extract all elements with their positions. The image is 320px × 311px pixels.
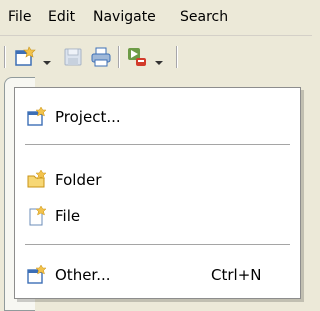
menu-item-shortcut: Ctrl+N — [211, 266, 262, 284]
menu-item-label: Folder — [55, 171, 102, 189]
save-icon — [64, 48, 82, 66]
new-folder-icon — [27, 170, 47, 188]
menu-item-label: Project... — [55, 108, 121, 126]
new-wizard-icon — [15, 46, 36, 66]
menu-separator — [25, 144, 290, 145]
toolbar-separator — [118, 46, 120, 68]
new-wizard-dropdown[interactable] — [42, 54, 52, 70]
print-button[interactable] — [90, 46, 112, 72]
run-icon — [128, 48, 146, 66]
menu-item-label: File — [55, 207, 81, 225]
toolbar-separator — [4, 46, 6, 68]
menu-edit[interactable]: Edit — [48, 9, 75, 25]
new-wizard-menu: Project... Folder File Other... Ctrl+N — [14, 87, 301, 299]
new-project-icon — [27, 107, 47, 126]
toolbar — [0, 36, 312, 76]
run-button[interactable] — [126, 46, 148, 72]
menu-bar: File Edit Navigate Search — [0, 0, 312, 36]
menu-item-project[interactable]: Project... — [15, 100, 300, 134]
new-wizard-button[interactable] — [14, 46, 36, 72]
menu-search[interactable]: Search — [180, 9, 228, 25]
menu-file[interactable]: File — [8, 9, 31, 25]
dropdown-arrow-icon — [43, 61, 51, 65]
save-button[interactable] — [62, 46, 84, 72]
menu-item-label: Other... — [55, 266, 111, 284]
toolbar-separator — [176, 46, 178, 68]
menu-item-other[interactable]: Other... Ctrl+N — [15, 258, 300, 292]
dropdown-arrow-icon — [155, 61, 163, 65]
menu-item-file[interactable]: File — [15, 199, 300, 233]
menu-separator — [25, 244, 290, 245]
new-file-icon — [29, 206, 47, 226]
run-dropdown[interactable] — [154, 54, 164, 70]
menu-item-folder[interactable]: Folder — [15, 163, 300, 197]
print-icon — [91, 47, 111, 67]
menu-navigate[interactable]: Navigate — [93, 9, 156, 25]
new-other-icon — [27, 265, 47, 284]
